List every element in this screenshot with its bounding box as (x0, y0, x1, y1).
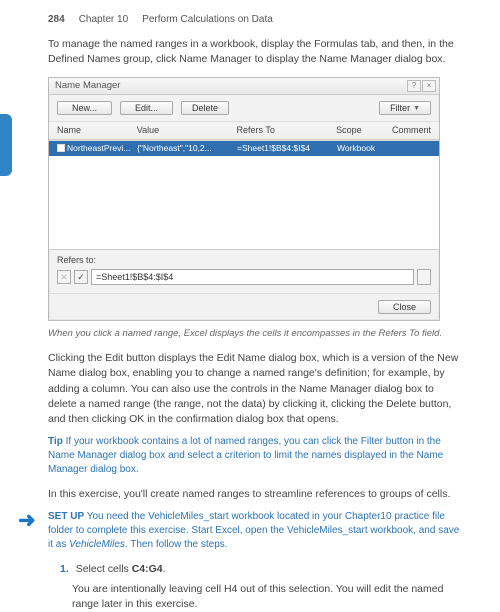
refersto-input[interactable] (91, 269, 414, 285)
row-name-text: NortheastPrevi... (67, 142, 130, 154)
figure-caption: When you click a named range, Excel disp… (48, 327, 460, 341)
refersto-section: Refers to: ✕ ✓ (49, 250, 439, 293)
dialog-toolbar: New... Edit... Delete Filter ▼ (49, 95, 439, 122)
filter-button[interactable]: Filter ▼ (379, 101, 431, 115)
chevron-down-icon: ▼ (413, 105, 420, 112)
row-refers: =Sheet1!$B$4:$I$4 (237, 142, 337, 154)
list-header: Name Value Refers To Scope Comment (49, 122, 439, 140)
step-number: 1. (60, 563, 69, 575)
step-1-sub: You are intentionally leaving cell H4 ou… (48, 582, 460, 612)
new-button[interactable]: New... (57, 101, 112, 115)
name-manager-dialog: Name Manager ? × New... Edit... Delete F… (48, 77, 440, 321)
setup-label: SET UP (48, 511, 84, 522)
paragraph-intro: To manage the named ranges in a workbook… (48, 37, 460, 67)
setup-filename: VehicleMiles (69, 539, 125, 550)
tip-label: Tip (48, 436, 63, 447)
row-scope: Workbook (337, 142, 393, 154)
col-name[interactable]: Name (57, 124, 137, 137)
row-value: {"Northeast","10,2... (137, 142, 237, 154)
setup-block: ➜ SET UP You need the VehicleMiles_start… (48, 510, 460, 552)
paragraph-edit: Clicking the Edit button displays the Ed… (48, 351, 460, 427)
filter-button-label: Filter (390, 103, 410, 113)
tip-block: Tip If your workbook contains a lot of n… (48, 435, 460, 477)
arrow-icon: ➜ (18, 510, 36, 531)
step-1a: Select cells (76, 563, 132, 575)
page-number: 284 (48, 14, 65, 25)
cancel-ref-button: ✕ (57, 270, 71, 284)
accept-ref-button[interactable]: ✓ (74, 270, 88, 284)
step-1c: . (163, 563, 166, 575)
help-icon[interactable]: ? (407, 80, 421, 92)
col-scope[interactable]: Scope (336, 124, 392, 137)
col-refers[interactable]: Refers To (236, 124, 336, 137)
refersto-label: Refers to: (57, 254, 431, 267)
setup-tail: . Then follow the steps. (125, 539, 228, 550)
name-list[interactable]: NortheastPrevi... {"Northeast","10,2... … (49, 140, 439, 250)
edit-button[interactable]: Edit... (120, 101, 173, 115)
close-button[interactable]: Close (378, 300, 431, 314)
paragraph-exercise: In this exercise, you'll create named ra… (48, 487, 460, 502)
range-picker-icon[interactable] (417, 269, 431, 285)
step-1-bold: C4:G4 (132, 563, 163, 575)
side-tab (0, 114, 12, 176)
col-value[interactable]: Value (137, 124, 237, 137)
chapter-title: Perform Calculations on Data (142, 14, 273, 25)
close-icon[interactable]: × (422, 80, 436, 92)
col-comment[interactable]: Comment (392, 124, 431, 137)
row-name: NortheastPrevi... (57, 142, 137, 154)
dialog-titlebar: Name Manager ? × (49, 78, 439, 95)
tip-text: If your workbook contains a lot of named… (48, 436, 443, 475)
delete-button[interactable]: Delete (181, 101, 229, 115)
dialog-title: Name Manager (55, 79, 120, 93)
chapter-label: Chapter 10 (79, 14, 128, 25)
range-icon (57, 144, 65, 152)
step-1: 1. Select cells C4:G4. (48, 562, 460, 577)
list-row-selected[interactable]: NortheastPrevi... {"Northeast","10,2... … (49, 141, 439, 155)
